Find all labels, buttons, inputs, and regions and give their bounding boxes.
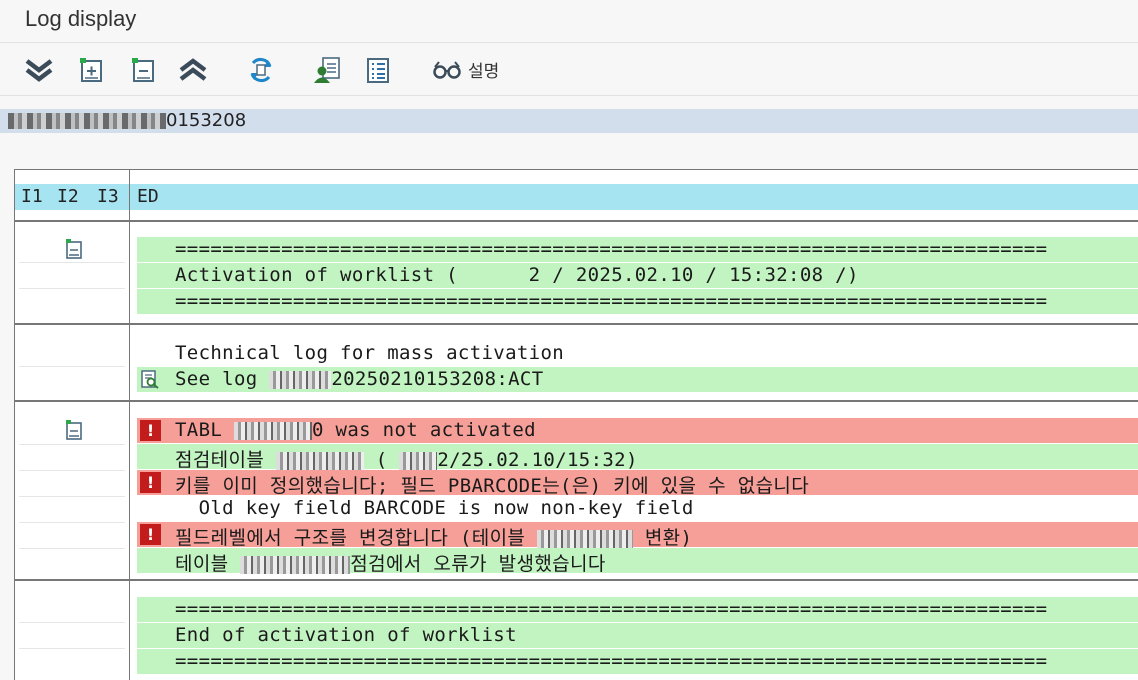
log-line: ========================================… <box>137 289 1138 314</box>
explain-button[interactable]: 설명 <box>432 57 499 82</box>
col-i2: I2 <box>57 186 79 207</box>
log-text: Activation of worklist ( 2 / 2025.02.10 … <box>175 264 859 286</box>
row-divider <box>19 522 125 523</box>
window-title-bar: Log display <box>0 0 1138 43</box>
section-divider <box>15 220 1138 222</box>
error-icon: ! <box>140 524 161 545</box>
explain-label: 설명 <box>468 62 500 82</box>
log-link-text[interactable]: 20250210153208:ACT <box>331 368 543 390</box>
log-line: ========================================… <box>137 237 1138 262</box>
node-icon[interactable] <box>63 238 85 260</box>
user-details-icon[interactable] <box>312 55 342 85</box>
expand-all-icon[interactable] <box>24 55 54 85</box>
log-header-id: 0153208 <box>166 110 247 131</box>
log-line: Old key field BARCODE is now non-key fie… <box>137 496 1138 521</box>
collapse-icon[interactable] <box>128 55 158 85</box>
row-divider <box>19 496 125 497</box>
log-text-composite: See log 20250210153208:ACT <box>175 368 544 390</box>
log-line: ========================================… <box>137 649 1138 674</box>
log-text: 점검에서 오류가 발생했습니다 <box>350 553 606 575</box>
log-text-prefix: TABL <box>175 419 234 441</box>
table-header: I1 I2 I3 ED <box>15 184 1138 210</box>
log-text: ========================================… <box>175 238 1048 260</box>
row-divider <box>19 470 125 471</box>
log-line-error: ! 필드레벨에서 구조를 변경합니다 (테이블 변환) <box>137 522 1138 550</box>
redacted-text <box>240 555 351 574</box>
log-line-error: ! 키를 이미 정의했습니다; 필드 PBARCODE는(은) 키에 있을 수 … <box>137 470 1138 497</box>
log-text: Technical log for mass activation <box>175 342 565 364</box>
row-divider <box>19 262 125 263</box>
log-text: ========================================… <box>175 290 1048 312</box>
col-i1: I1 <box>21 186 43 207</box>
section-divider <box>15 400 1138 402</box>
log-text-composite: TABL 0 was not activated <box>175 419 536 441</box>
window-title: Log display <box>25 6 137 31</box>
log-text-prefix: 필드레벨에서 구조를 변경합니다 (테이블 <box>175 527 538 549</box>
collapse-all-icon[interactable] <box>178 55 208 85</box>
log-text: 변환) <box>633 527 693 549</box>
details-icon[interactable] <box>140 369 160 389</box>
error-icon: ! <box>140 472 161 493</box>
row-divider <box>19 366 125 367</box>
log-text: 2/25.02.10/15:32) <box>437 449 638 471</box>
log-header: 0153208 <box>0 109 1138 133</box>
col-ed: ED <box>137 186 159 207</box>
log-line: ========================================… <box>137 597 1138 622</box>
redacted-text <box>233 421 312 440</box>
log-line: 테이블 점검에서 오류가 발생했습니다 <box>137 548 1138 576</box>
refresh-icon[interactable] <box>246 55 276 85</box>
redacted-text <box>537 529 634 548</box>
row-divider <box>19 622 125 623</box>
log-line: End of activation of worklist <box>137 623 1138 648</box>
log-text: ========================================… <box>175 650 1048 672</box>
section-divider <box>15 323 1138 325</box>
log-line: 점검테이블 ( 2/25.02.10/15:32) <box>137 444 1138 471</box>
log-line-error: ! TABL 0 was not activated <box>137 418 1138 443</box>
expand-icon[interactable] <box>76 55 106 85</box>
redacted-text <box>275 451 364 470</box>
list-icon[interactable] <box>363 55 393 85</box>
log-line: Technical log for mass activation <box>137 341 1138 366</box>
error-icon: ! <box>140 420 161 441</box>
log-text-composite: 테이블 점검에서 오류가 발생했습니다 <box>175 549 606 576</box>
node-icon[interactable] <box>63 419 85 441</box>
redacted-text <box>269 370 332 389</box>
redacted-text <box>399 451 438 470</box>
row-divider <box>19 648 125 649</box>
log-line: Activation of worklist ( 2 / 2025.02.10 … <box>137 263 1138 288</box>
log-table: I1 I2 I3 ED ============================… <box>14 169 1138 680</box>
log-text-composite: 점검테이블 ( 2/25.02.10/15:32) <box>175 449 638 471</box>
log-text: ========================================… <box>175 598 1048 620</box>
row-divider <box>19 288 125 289</box>
log-text: 0 was not activated <box>311 419 536 441</box>
row-divider <box>19 548 125 549</box>
log-text-prefix: 테이블 <box>175 553 241 575</box>
column-divider <box>129 170 130 680</box>
log-text: Old key field BARCODE is now non-key fie… <box>175 497 694 519</box>
redacted-text <box>8 113 166 129</box>
log-text-prefix: See log <box>175 368 270 390</box>
log-line[interactable]: See log 20250210153208:ACT <box>137 367 1138 392</box>
section-divider <box>15 579 1138 581</box>
glasses-icon <box>433 60 461 79</box>
col-i3: I3 <box>97 186 119 207</box>
log-text-prefix: 점검테이블 <box>175 449 276 471</box>
log-text: 키를 이미 정의했습니다; 필드 PBARCODE는(은) 키에 있을 수 없습… <box>175 475 810 497</box>
log-text: End of activation of worklist <box>175 624 517 646</box>
row-divider <box>19 444 125 445</box>
toolbar: 설명 <box>0 43 1138 96</box>
log-text-composite: 필드레벨에서 구조를 변경합니다 (테이블 변환) <box>175 523 692 550</box>
